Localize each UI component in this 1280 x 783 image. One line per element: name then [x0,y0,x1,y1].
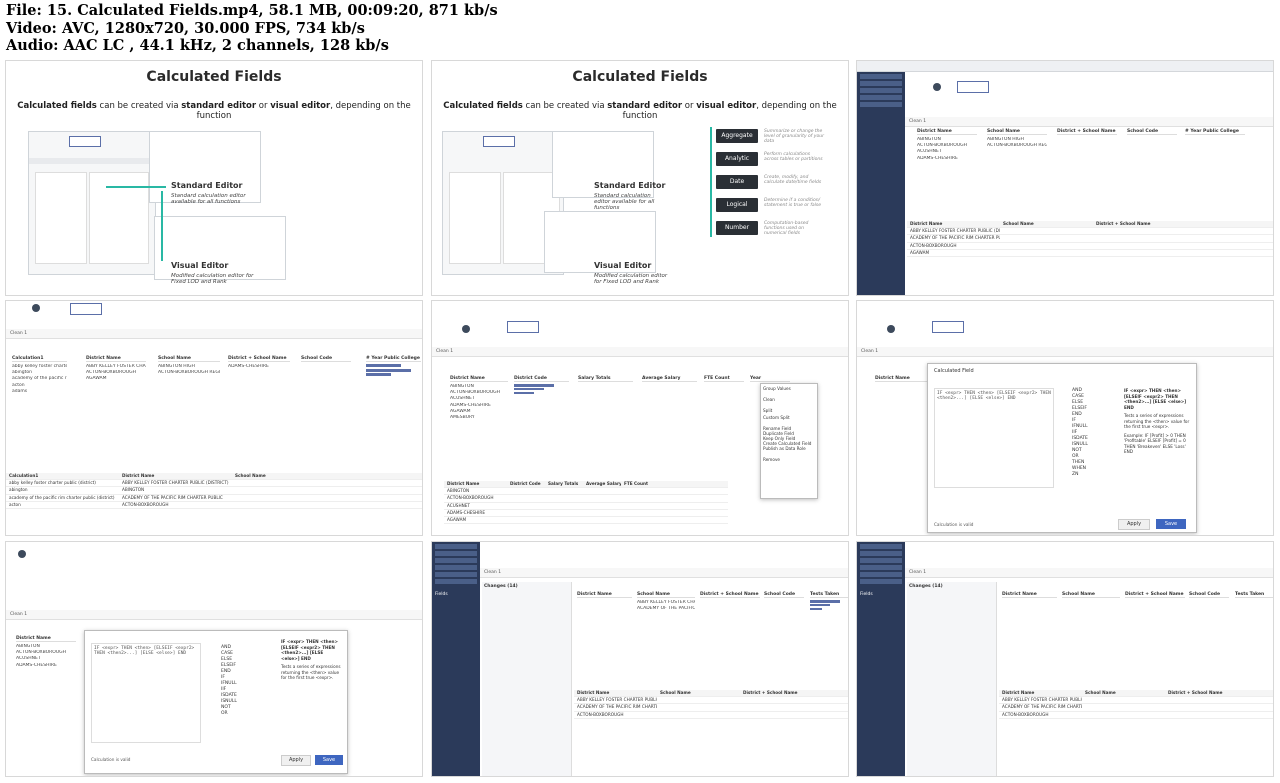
functions-list: AND CASE ELSE ELSEIF END IF IFNULL IIF ISDATE ISN… [1072,388,1088,477]
calc-dialog: Calculated Field IF <expr> THEN <then> [… [927,363,1197,533]
menu-item[interactable]: Publish as Data Role [763,446,815,451]
file-metadata: File: 15. Calculated Fields.mp4, 58.1 MB… [6,2,498,55]
mini-screenshot [28,131,156,275]
function-logical: Logical [716,198,758,212]
visual-editor-shot [154,216,286,280]
visual-editor-desc: Modified calculation editor for Fixed LO… [594,273,668,285]
profile-toolbar: Clean 1 [432,347,848,357]
slide-subtitle: Calculated fields can be created via sta… [17,101,411,121]
left-sidebar: Fields [857,542,905,776]
video-line: Video: AVC, 1280x720, 30.000 FPS, 734 kb… [6,19,365,37]
function-analytic: Analytic [716,152,758,166]
thumb-changes-pane: Fields Clean 1 Changes (14) District Nam… [431,541,849,777]
profile-toolbar: Clean 1 [905,117,1273,127]
thumb-slide-editors: Calculated Fields Calculated fields can … [5,60,423,296]
thumb-changes-pane-2: Fields Clean 1 Changes (14) District Nam… [856,541,1274,777]
profile-toolbar: Clean 1 [480,568,848,578]
profile-toolbar: Clean 1 [6,610,422,620]
slide-title: Calculated Fields [572,69,708,85]
function-aggregate: Aggregate [716,129,758,143]
slide-subtitle: Calculated fields can be created via sta… [443,101,837,121]
menu-item[interactable]: Custom Split [763,415,815,420]
function-date: Date [716,175,758,189]
profile-toolbar: Clean 1 [905,568,1273,578]
menu-item[interactable]: Clean [763,397,815,402]
visual-editor-title: Visual Editor [594,261,652,270]
thumb-slide-functions: Calculated Fields Calculated fields can … [431,60,849,296]
menu-item[interactable]: Group Values [763,386,815,391]
calc-code-editor[interactable]: IF <expr> THEN <then> [ELSEIF <expr2> TH… [934,388,1054,488]
thumb-profile-calc: Clean 1 Calculation1 abby kelley foster c… [5,300,423,536]
function-number: Number [716,221,758,235]
profile-toolbar: Clean 1 [6,329,422,339]
thumb-calc-editor: Clean 1 District Name Calculated Field I… [856,300,1274,536]
thumb-app-full: Clean 1 District Name ABINGTON ACTON-BOXBO… [856,60,1274,296]
window-titlebar [857,61,1273,72]
menu-item[interactable]: Split [763,408,815,413]
save-button[interactable]: Save [1156,519,1186,529]
function-help: IF <expr> THEN <then> [ELSEIF <expr2> TH… [1124,388,1190,454]
functions-list: AND CASE ELSE ELSEIF END IF IFNULL IIF ISDATE ISN… [221,645,237,716]
slide-title: Calculated Fields [146,69,282,85]
apply-button[interactable]: Apply [1118,519,1150,530]
standard-editor-desc: Standard calculation editor available fo… [594,193,655,211]
calc-code-editor[interactable]: IF <expr> THEN <then> [ELSEIF <expr2> TH… [91,643,201,743]
profile-toolbar: Clean 1 [857,347,1273,357]
audio-line: Audio: AAC LC , 44.1 kHz, 2 channels, 12… [6,37,389,54]
file-line: File: 15. Calculated Fields.mp4, 58.1 MB… [6,2,498,19]
thumb-calc-editor-2: Clean 1 District Name ABINGTON ACTON-BOXBO… [5,541,423,777]
visual-editor-title: Visual Editor [171,261,229,270]
calc-dialog: IF <expr> THEN <then> [ELSEIF <expr2> TH… [84,630,348,774]
save-button[interactable]: Save [315,755,343,765]
left-sidebar: Fields [432,542,480,776]
visual-editor-desc: Modified calculation editor for Fixed LO… [171,273,254,285]
changes-list: Changes (14) [482,582,572,776]
apply-button[interactable]: Apply [281,755,311,766]
changes-list: Changes (14) [907,582,997,776]
thumb-profile-menu: Clean 1 District Name ABINGTON ACTON-BOXBO… [431,300,849,536]
menu-item[interactable]: Remove [763,457,815,462]
standard-editor-desc: Standard calculation editor available fo… [171,193,246,205]
standard-editor-title: Standard Editor [594,181,666,190]
context-menu: Group Values Clean Split Custom Split Re… [760,383,818,499]
function-help: IF <expr> THEN <then> [ELSEIF <expr2> TH… [281,639,341,680]
standard-editor-title: Standard Editor [171,181,243,190]
changes-pane [857,72,905,295]
